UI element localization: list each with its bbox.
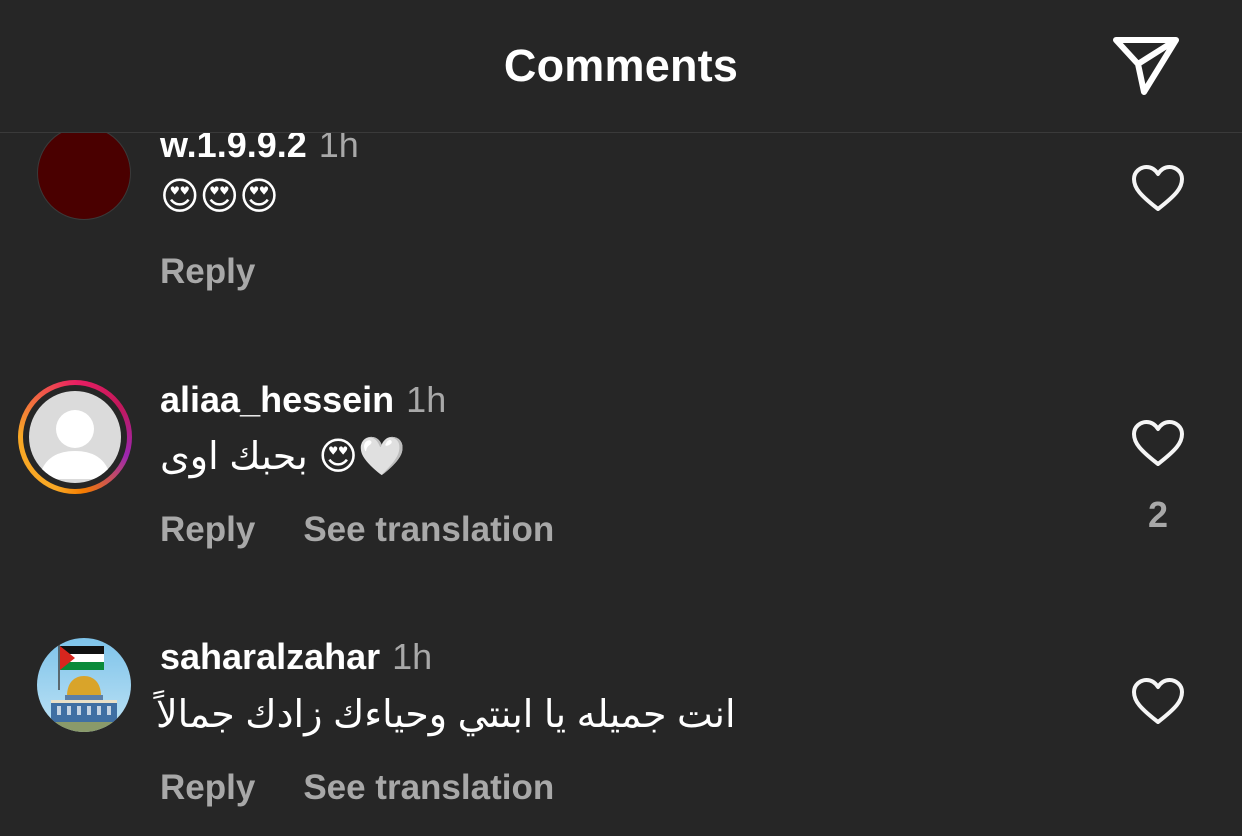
comment-time: 1h bbox=[392, 636, 433, 677]
page-title: Comments bbox=[503, 40, 739, 91]
see-translation-button[interactable]: See translation bbox=[303, 768, 554, 807]
reply-button[interactable]: Reply bbox=[160, 768, 255, 807]
comments-header: Comments bbox=[0, 0, 1242, 133]
comment-username-row: saharalzahar 1h bbox=[160, 636, 432, 678]
comment-actions: Reply See translation bbox=[160, 768, 554, 808]
paper-plane-icon[interactable] bbox=[1110, 34, 1182, 98]
heart-icon[interactable] bbox=[1130, 677, 1186, 727]
comment-username[interactable]: saharalzahar bbox=[160, 636, 380, 677]
avatar[interactable] bbox=[37, 638, 131, 732]
comment-text: انت جميله يا ابنتي وحياءك زادك جمالاً bbox=[156, 694, 736, 736]
dome-of-the-rock-avatar-image bbox=[37, 638, 131, 732]
